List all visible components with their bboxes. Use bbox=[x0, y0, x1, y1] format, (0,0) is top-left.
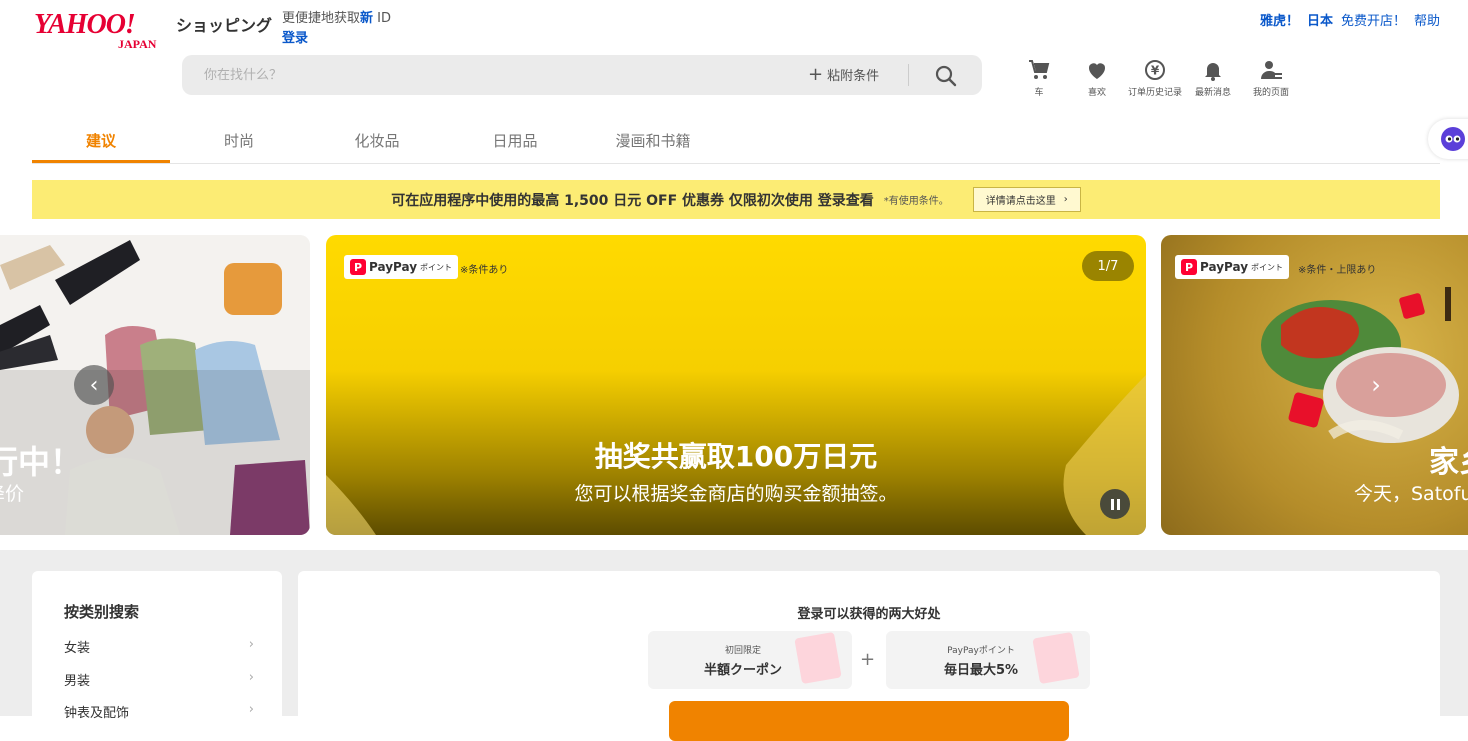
paypay-logo-icon: P bbox=[350, 259, 366, 275]
chevron-right-icon: › bbox=[248, 670, 254, 685]
login-button[interactable] bbox=[669, 701, 1069, 741]
paypay-logo-icon: P bbox=[1181, 259, 1197, 275]
pause-icon bbox=[1110, 498, 1114, 510]
order-history-button[interactable]: ¥ 订单历史记录 bbox=[1126, 57, 1184, 98]
my-page-button[interactable]: 我的页面 bbox=[1242, 57, 1300, 98]
logo-sub: JAPAN bbox=[118, 37, 157, 51]
tab-manga-books[interactable]: 漫画和书籍 bbox=[584, 118, 722, 163]
tab-fashion[interactable]: 时尚 bbox=[170, 118, 308, 163]
plus-icon: + bbox=[808, 63, 824, 85]
slide-right-headline: 家乡 bbox=[1429, 445, 1468, 480]
favorites-label: 喜欢 bbox=[1087, 88, 1106, 98]
tab-recommended[interactable]: 建议 bbox=[32, 118, 170, 163]
condition-note-right: ※条件・上限あり bbox=[1298, 265, 1377, 276]
benefits-title: 登录可以获得的两大好处 bbox=[797, 607, 941, 622]
chevron-right-icon: › bbox=[248, 637, 254, 652]
category-tabs: 建议 时尚 化妆品 日用品 漫画和书籍 bbox=[32, 118, 1440, 164]
cart-label: 车 bbox=[1034, 88, 1044, 98]
my-page-label: 我的页面 bbox=[1252, 88, 1289, 98]
attach-condition-button[interactable]: + 粘附条件 bbox=[808, 65, 879, 84]
chevron-right-icon: › bbox=[1063, 194, 1068, 205]
chevron-left-icon: ‹ bbox=[89, 372, 99, 398]
slide-left-subtext: 降价 bbox=[0, 483, 25, 505]
yen-history-icon: ¥ bbox=[1145, 60, 1165, 80]
tab-cosmetics[interactable]: 化妆品 bbox=[308, 118, 446, 163]
condition-note: ※条件あり bbox=[460, 265, 509, 276]
search-bar: + 粘附条件 bbox=[182, 55, 982, 95]
plus-sign: + bbox=[860, 649, 876, 670]
slide-right-subtext: 今天，Satofu bbox=[1354, 483, 1468, 505]
tab-daily-goods[interactable]: 日用品 bbox=[446, 118, 584, 163]
heart-icon bbox=[1088, 63, 1106, 79]
user-icon bbox=[1261, 61, 1282, 79]
cart-button[interactable]: 车 bbox=[1010, 57, 1068, 98]
login-hint: 更便捷地获取新 ID bbox=[282, 11, 392, 26]
promo-note: *有使用条件。 bbox=[883, 196, 949, 207]
login-link[interactable]: 登录 bbox=[282, 27, 308, 46]
coupon-promo-banner[interactable]: 可在应用程序中使用的最高 1,500 日元 OFF 优惠券 仅限初次使用 登录查… bbox=[32, 180, 1440, 219]
paypay-badge-right: P PayPay ポイント bbox=[1175, 255, 1290, 279]
carousel-slide-fashion[interactable]: 行中！ 降价 bbox=[0, 235, 310, 535]
open-store-link[interactable]: 免费开店！ bbox=[1341, 10, 1406, 29]
promo-text: 可在应用程序中使用的最高 1,500 日元 OFF 优惠券 仅限初次使用 登录查… bbox=[391, 192, 874, 209]
benefit-card-points: PayPayポイント 毎日最大5% bbox=[886, 631, 1090, 689]
yahoo-link[interactable]: 雅虎！ bbox=[1260, 10, 1299, 29]
slide-title: 抽奖共赢取100万日元 bbox=[594, 440, 878, 473]
top-links: 雅虎！ 日本 免费开店！ 帮助 bbox=[1260, 10, 1440, 29]
category-search-title: 按类别搜索 bbox=[64, 603, 140, 621]
search-input[interactable] bbox=[204, 64, 764, 86]
help-link[interactable]: 帮助 bbox=[1414, 10, 1440, 29]
attach-label: 粘附条件 bbox=[827, 69, 880, 84]
pause-button[interactable] bbox=[1100, 489, 1130, 519]
order-history-label: 订单历史记录 bbox=[1127, 88, 1182, 98]
yahoo-japan-logo[interactable]: YAHOO! JAPAN bbox=[34, 9, 174, 52]
category-item-mens[interactable]: 男装 › bbox=[64, 670, 254, 689]
carousel-slide-lottery[interactable]: P PayPay ポイント ※条件あり 1/7 抽奖共赢取100万日元 您可以根… bbox=[326, 235, 1146, 535]
promo-details-button[interactable]: 详情请点击这里 › bbox=[972, 187, 1081, 212]
category-search-panel: 按类别搜索 女装 › 男装 › 钟表及配饰 › bbox=[32, 571, 282, 731]
slide-counter: 1/7 bbox=[1082, 251, 1134, 281]
chevron-right-icon: › bbox=[1371, 371, 1381, 399]
shop-name[interactable]: ショッピング bbox=[176, 12, 272, 36]
fashion-photo bbox=[0, 235, 310, 535]
slide-subtitle: 您可以根据奖金商店的购买金额抽签。 bbox=[574, 483, 898, 505]
search-icon[interactable] bbox=[934, 64, 958, 88]
paypay-badge: P PayPay ポイント bbox=[344, 255, 459, 279]
chat-assistant-button[interactable] bbox=[1428, 119, 1468, 159]
category-item-womens[interactable]: 女装 › bbox=[64, 637, 254, 656]
category-item-watches[interactable]: 钟表及配饰 › bbox=[64, 702, 254, 721]
header-icons: 车 喜欢 ¥ 订单历史记录 最新消息 我的页面 bbox=[1010, 57, 1300, 98]
divider bbox=[908, 64, 909, 86]
header: YAHOO! JAPAN ショッピング 更便捷地获取新 ID 登录 雅虎！ 日本… bbox=[0, 0, 1468, 110]
svg-text:¥: ¥ bbox=[1151, 64, 1160, 78]
news-label: 最新消息 bbox=[1194, 88, 1231, 98]
logo-main: YAHOO! bbox=[34, 9, 136, 40]
assistant-face-icon bbox=[1441, 127, 1465, 151]
hero-carousel: 行中！ 降价 P PayPay ポイント ※条件あり 1/7 抽奖共赢取100万… bbox=[0, 235, 1468, 535]
slide-left-headline: 行中！ bbox=[0, 443, 83, 481]
carousel-slide-furusato[interactable]: P PayPay ポイント ※条件・上限あり 家乡 今天，Satofu bbox=[1161, 235, 1468, 535]
login-benefits-panel: 登录可以获得的两大好处 初回限定 半額クーポン + PayPayポイント 毎日最… bbox=[298, 571, 1440, 741]
bell-icon bbox=[1205, 63, 1221, 81]
news-button[interactable]: 最新消息 bbox=[1184, 57, 1242, 98]
favorites-button[interactable]: 喜欢 bbox=[1068, 57, 1126, 98]
carousel-prev-button[interactable]: ‹ bbox=[74, 365, 114, 405]
benefit-card-coupon: 初回限定 半額クーポン bbox=[648, 631, 852, 689]
japan-link[interactable]: 日本 bbox=[1307, 10, 1333, 29]
cart-icon bbox=[1029, 60, 1050, 79]
chevron-right-icon: › bbox=[248, 702, 254, 717]
carousel-next-button[interactable]: › bbox=[1356, 365, 1396, 405]
